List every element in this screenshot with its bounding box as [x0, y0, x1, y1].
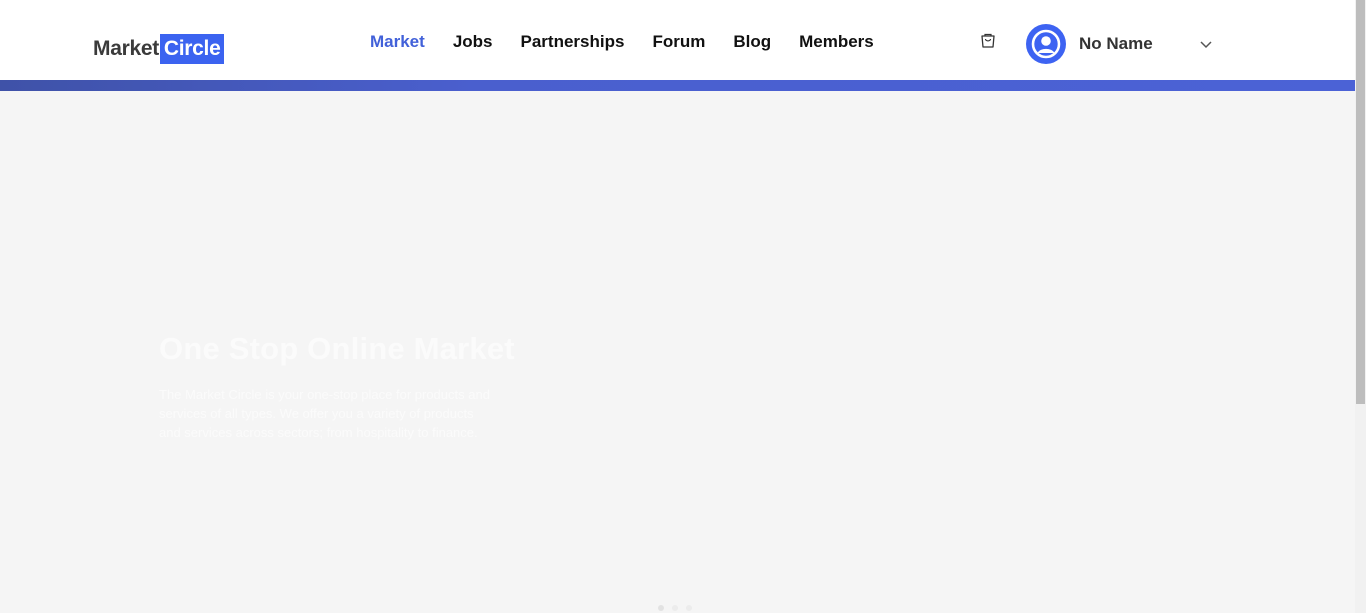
market-circle-logo[interactable]: Market Circle [93, 33, 225, 64]
site-header: Market Circle Market Jobs Partnerships F… [0, 0, 1355, 80]
user-circle-icon[interactable] [1026, 24, 1066, 64]
hero-description: The Market Circle is your one-stop place… [159, 387, 490, 440]
scrollbar-thumb[interactable] [1356, 0, 1365, 404]
shopping-bag-icon[interactable] [979, 31, 997, 49]
hero-title: One Stop Online Market [159, 331, 515, 366]
logo-circle-text: Circle [159, 33, 225, 64]
carousel-dot[interactable] [672, 605, 678, 611]
nav-item-blog[interactable]: Blog [733, 31, 771, 53]
carousel-dot[interactable] [686, 605, 692, 611]
logo-market-text: Market [93, 36, 159, 60]
nav-item-jobs[interactable]: Jobs [453, 31, 493, 53]
page: Market Circle Market Jobs Partnerships F… [0, 0, 1366, 613]
nav-item-forum[interactable]: Forum [652, 31, 705, 53]
chevron-down-icon[interactable] [1199, 38, 1213, 50]
nav-item-market[interactable]: Market [370, 31, 425, 53]
header-accent-bar [0, 80, 1355, 91]
carousel-dot[interactable] [658, 605, 664, 611]
vertical-scrollbar[interactable] [1355, 0, 1366, 613]
nav-item-members[interactable]: Members [799, 31, 874, 53]
nav-item-partnerships[interactable]: Partnerships [521, 31, 625, 53]
main-nav: Market Jobs Partnerships Forum Blog Memb… [370, 31, 902, 53]
user-name[interactable]: No Name [1079, 34, 1153, 54]
carousel-indicators [658, 605, 700, 611]
